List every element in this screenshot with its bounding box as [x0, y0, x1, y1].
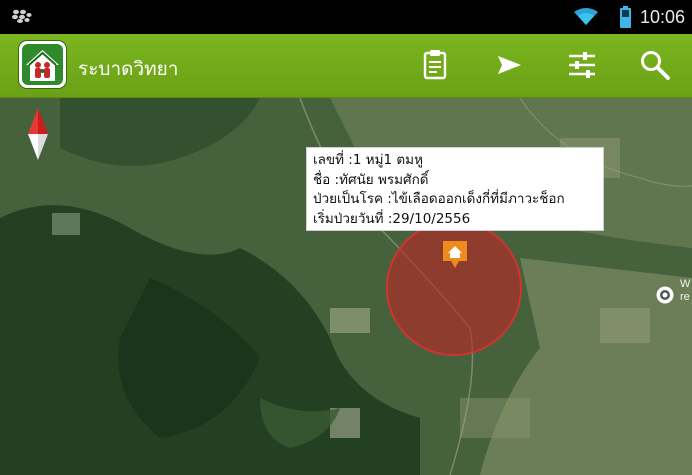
filter-settings-button[interactable] [565, 48, 599, 82]
send-button[interactable] [492, 48, 526, 82]
popup-onset-date: เริ่มป่วยวันที่ :29/10/2556 [313, 210, 471, 227]
case-info-popup[interactable]: เลขที่ :1 หมู่1 ตมหู ชื่อ :ทัศนัย พรมศัก… [306, 147, 604, 231]
poi-label: W re [680, 278, 691, 303]
action-bar: ระบาดวิทยา [0, 34, 692, 98]
blackberry-icon [12, 9, 32, 23]
north-arrow-icon [28, 108, 48, 160]
status-bar: 10:06 [0, 0, 692, 34]
clock-time: 10:06 [640, 7, 686, 27]
send-icon [498, 56, 521, 74]
satellite-map[interactable]: เลขที่ :1 หมู่1 ตมหู ชื่อ :ทัศนัย พรมศัก… [0, 98, 692, 475]
app-title: ระบาดวิทยา [78, 58, 179, 80]
app-logo[interactable] [19, 41, 66, 88]
wifi-icon [574, 8, 598, 25]
clipboard-icon [423, 50, 447, 80]
house-marker-icon[interactable] [440, 238, 470, 272]
search-button[interactable] [638, 48, 672, 82]
location-pin-icon[interactable] [655, 285, 675, 305]
battery-icon [620, 6, 631, 28]
sliders-icon [569, 52, 595, 78]
popup-address: เลขที่ :1 หมู่1 ตมหู [313, 152, 423, 168]
search-icon [641, 51, 670, 80]
popup-patient-name: ชื่อ :ทัศนัย พรมศักดิ์ [313, 171, 429, 188]
house-family-icon [22, 44, 63, 85]
popup-disease: ป่วยเป็นโรค :ไข้เลือดออกเด็งกี่ที่มีภาวะ… [313, 191, 565, 207]
clipboard-button[interactable] [418, 48, 452, 82]
